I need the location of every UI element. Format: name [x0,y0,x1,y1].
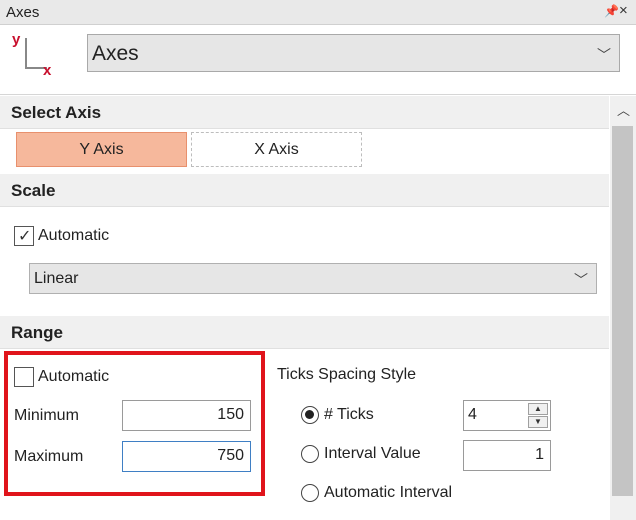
section-scale: Scale [0,174,609,207]
ticks-spacing-heading: Ticks Spacing Style [277,366,417,383]
minimum-label: Minimum [14,407,79,424]
checkmark-icon: ✓ [18,228,32,245]
ticks-count-stepper[interactable]: 4 ▲ ▼ [463,400,551,431]
close-icon[interactable]: × [619,2,628,19]
interval-value: 1 [535,446,544,463]
maximum-label: Maximum [14,448,84,465]
minimum-input[interactable]: 150 [122,400,251,431]
radio-automatic-interval-label: Automatic Interval [324,484,453,501]
range-heading: Range [11,323,63,342]
minimum-value: 150 [217,406,244,423]
x-axis-button[interactable]: X Axis [191,132,362,167]
radio-num-ticks[interactable] [301,406,319,424]
pin-icon[interactable]: 📌 [604,4,619,18]
section-select-axis: Select Axis [0,96,609,129]
radio-interval-value-label: Interval Value [324,445,421,462]
range-automatic-checkbox[interactable] [14,367,34,387]
range-automatic-label: Automatic [38,368,110,385]
scale-type-value: Linear [34,270,79,287]
axes-icon-x-letter: x [43,62,52,79]
object-selector-dropdown[interactable]: Axes ﹀ [87,34,620,72]
stepper-up-icon[interactable]: ▲ [528,403,548,415]
panel-title: Axes [6,4,40,21]
radio-automatic-interval[interactable] [301,484,319,502]
radio-num-ticks-label: # Ticks [324,406,374,423]
panel-titlebar: Axes 📌 × [0,0,636,25]
maximum-value: 750 [217,447,244,464]
interval-value-input[interactable]: 1 [463,440,551,471]
panel-header: y x Axes ﹀ [0,25,636,95]
scroll-up-icon[interactable]: ︿ [617,100,630,119]
scrollbar-thumb[interactable] [612,126,633,496]
stepper-down-icon[interactable]: ▼ [528,416,548,428]
radio-interval-value[interactable] [301,445,319,463]
maximum-input[interactable]: 750 [122,441,251,472]
scale-automatic-checkbox[interactable]: ✓ [14,226,34,246]
select-axis-heading: Select Axis [11,103,102,122]
ticks-count-value: 4 [468,406,477,423]
axes-icon: y x [10,31,58,81]
chevron-down-icon: ﹀ [574,272,588,288]
scale-automatic-label: Automatic [38,227,110,244]
scale-type-dropdown[interactable]: Linear ﹀ [29,263,597,294]
section-range: Range [0,316,609,349]
axes-icon-y-letter: y [12,31,21,48]
y-axis-button[interactable]: Y Axis [16,132,187,167]
scale-heading: Scale [11,181,56,200]
vertical-scrollbar[interactable]: ︿ [610,96,636,520]
chevron-down-icon: ﹀ [597,47,611,63]
object-selector-value: Axes [92,42,139,65]
